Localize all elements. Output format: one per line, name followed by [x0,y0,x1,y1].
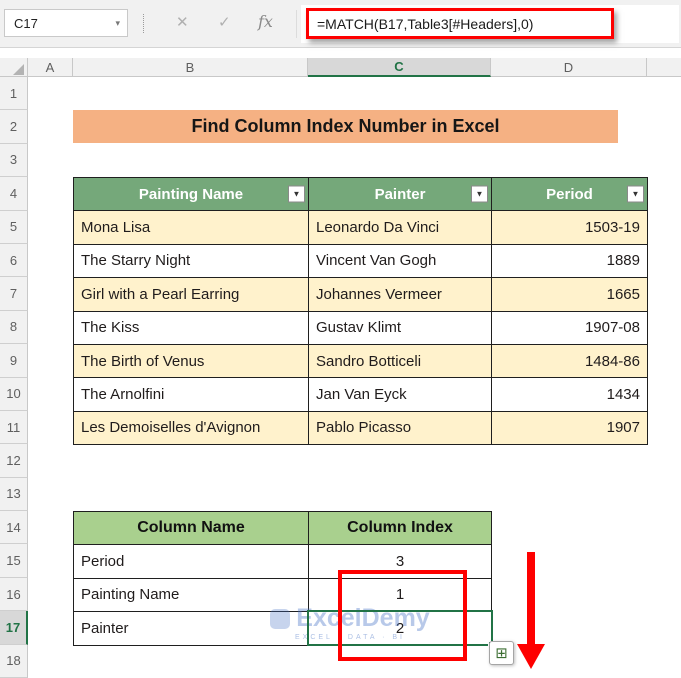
header-label: Painting Name [138,185,244,203]
cell-d11[interactable]: 1907 [492,411,648,446]
cell-b16[interactable]: Painting Name [74,578,309,613]
enter-icon[interactable]: ✓ [218,13,231,31]
cell-c8[interactable]: Gustav Klimt [309,311,492,345]
cell-b5[interactable]: Mona Lisa [74,211,309,245]
caret-down-icon: ▼ [292,189,301,199]
header-label: Column Index [347,519,453,537]
excel-window: C17 ▾ ✕ ✓ fx =MATCH(B17,Table3[#Headers]… [0,0,681,678]
column-header-c[interactable]: C [308,58,491,77]
row-header-10[interactable]: 10 [0,377,28,411]
cell-c7[interactable]: Johannes Vermeer [309,278,492,312]
name-box[interactable]: C17 ▾ [4,9,128,37]
row-header-5[interactable]: 5 [0,210,28,244]
cell-d5[interactable]: 1503-19 [492,211,648,245]
formula-bar-grip [143,14,144,33]
column-headers: A B C D [0,58,681,77]
cell-c9[interactable]: Sandro Botticeli [309,344,492,379]
row-header-15[interactable]: 15 [0,544,28,578]
cell-c16[interactable]: 1 [309,578,492,613]
select-all-button[interactable] [0,58,28,77]
caret-down-icon: ▼ [631,189,640,199]
formula-input-area[interactable]: =MATCH(B17,Table3[#Headers],0) [301,5,679,43]
cell-c11[interactable]: Pablo Picasso [309,411,492,446]
row-header-9[interactable]: 9 [0,344,28,378]
cell-b7[interactable]: Girl with a Pearl Earring [74,278,309,312]
cell-d10[interactable]: 1434 [492,378,648,412]
filter-dropdown-button[interactable]: ▼ [471,185,488,203]
paintings-header-period[interactable]: Period ▼ [492,178,648,212]
page-title: Find Column Index Number in Excel [191,116,500,136]
formula-text[interactable]: =MATCH(B17,Table3[#Headers],0) [309,16,533,32]
filter-dropdown-button[interactable]: ▼ [627,185,644,203]
cell-c15[interactable]: 3 [309,545,492,579]
row-header-14[interactable]: 14 [0,511,28,545]
caret-down-icon: ▼ [475,189,484,199]
paintings-table: Painting Name ▼ Painter ▼ Period ▼ Mona … [73,177,648,446]
cell-b17[interactable]: Painter [74,612,309,646]
cell-d7[interactable]: 1665 [492,278,648,312]
formula-bar: C17 ▾ ✕ ✓ fx =MATCH(B17,Table3[#Headers]… [0,0,681,48]
cancel-icon[interactable]: ✕ [176,13,189,31]
row-header-3[interactable]: 3 [0,143,28,178]
index-header-column-index[interactable]: Column Index [309,512,492,546]
row-header-17[interactable]: 17 [0,611,28,645]
cell-d8[interactable]: 1907-08 [492,311,648,345]
down-arrow-annotation [517,552,545,669]
title-banner[interactable]: Find Column Index Number in Excel [73,110,618,143]
index-header-column-name[interactable]: Column Name [74,512,309,546]
cell-c5[interactable]: Leonardo Da Vinci [309,211,492,245]
formula-bar-divider [296,10,297,38]
column-header-a[interactable]: A [28,58,73,77]
row-header-4[interactable]: 4 [0,177,28,211]
column-header-d[interactable]: D [491,58,647,77]
paintings-header-painter[interactable]: Painter ▼ [309,178,492,212]
cell-c17[interactable]: 2 [309,612,492,646]
header-label: Period [546,185,593,203]
cell-b11[interactable]: Les Demoiselles d'Avignon [74,411,309,446]
cell-d9[interactable]: 1484-86 [492,344,648,379]
autofill-grid-icon: ⊞ [495,645,508,662]
filter-dropdown-button[interactable]: ▼ [288,185,305,203]
cell-c10[interactable]: Jan Van Eyck [309,378,492,412]
cell-c6[interactable]: Vincent Van Gogh [309,244,492,279]
row-header-7[interactable]: 7 [0,277,28,311]
row-header-8[interactable]: 8 [0,310,28,345]
header-label: Column Name [137,519,245,537]
column-header-b[interactable]: B [73,58,308,77]
header-label: Painter [374,185,426,203]
autofill-options-button[interactable]: ⊞ [489,641,514,665]
row-header-18[interactable]: 18 [0,644,28,678]
row-header-1[interactable]: 1 [0,77,28,111]
cell-b9[interactable]: The Birth of Venus [74,344,309,379]
cell-b15[interactable]: Period [74,545,309,579]
cell-d6[interactable]: 1889 [492,244,648,279]
paintings-header-painting-name[interactable]: Painting Name ▼ [74,178,309,212]
row-header-11[interactable]: 11 [0,410,28,445]
row-headers: 1 2 3 4 5 6 7 8 9 10 11 12 13 14 15 16 1… [0,77,28,678]
cell-b6[interactable]: The Starry Night [74,244,309,279]
row-header-16[interactable]: 16 [0,577,28,612]
index-table: Column Name Column Index Period 3 Painti… [73,511,492,646]
cell-b8[interactable]: The Kiss [74,311,309,345]
row-header-13[interactable]: 13 [0,477,28,512]
insert-function-icon[interactable]: fx [258,12,273,31]
cell-b10[interactable]: The Arnolfini [74,378,309,412]
name-box-value: C17 [14,15,38,31]
row-header-2[interactable]: 2 [0,110,28,144]
name-box-dropdown-icon[interactable]: ▾ [115,18,120,29]
row-header-6[interactable]: 6 [0,243,28,278]
select-all-triangle-icon [13,64,24,75]
row-header-12[interactable]: 12 [0,444,28,478]
formula-annotation-box: =MATCH(B17,Table3[#Headers],0) [306,8,614,39]
